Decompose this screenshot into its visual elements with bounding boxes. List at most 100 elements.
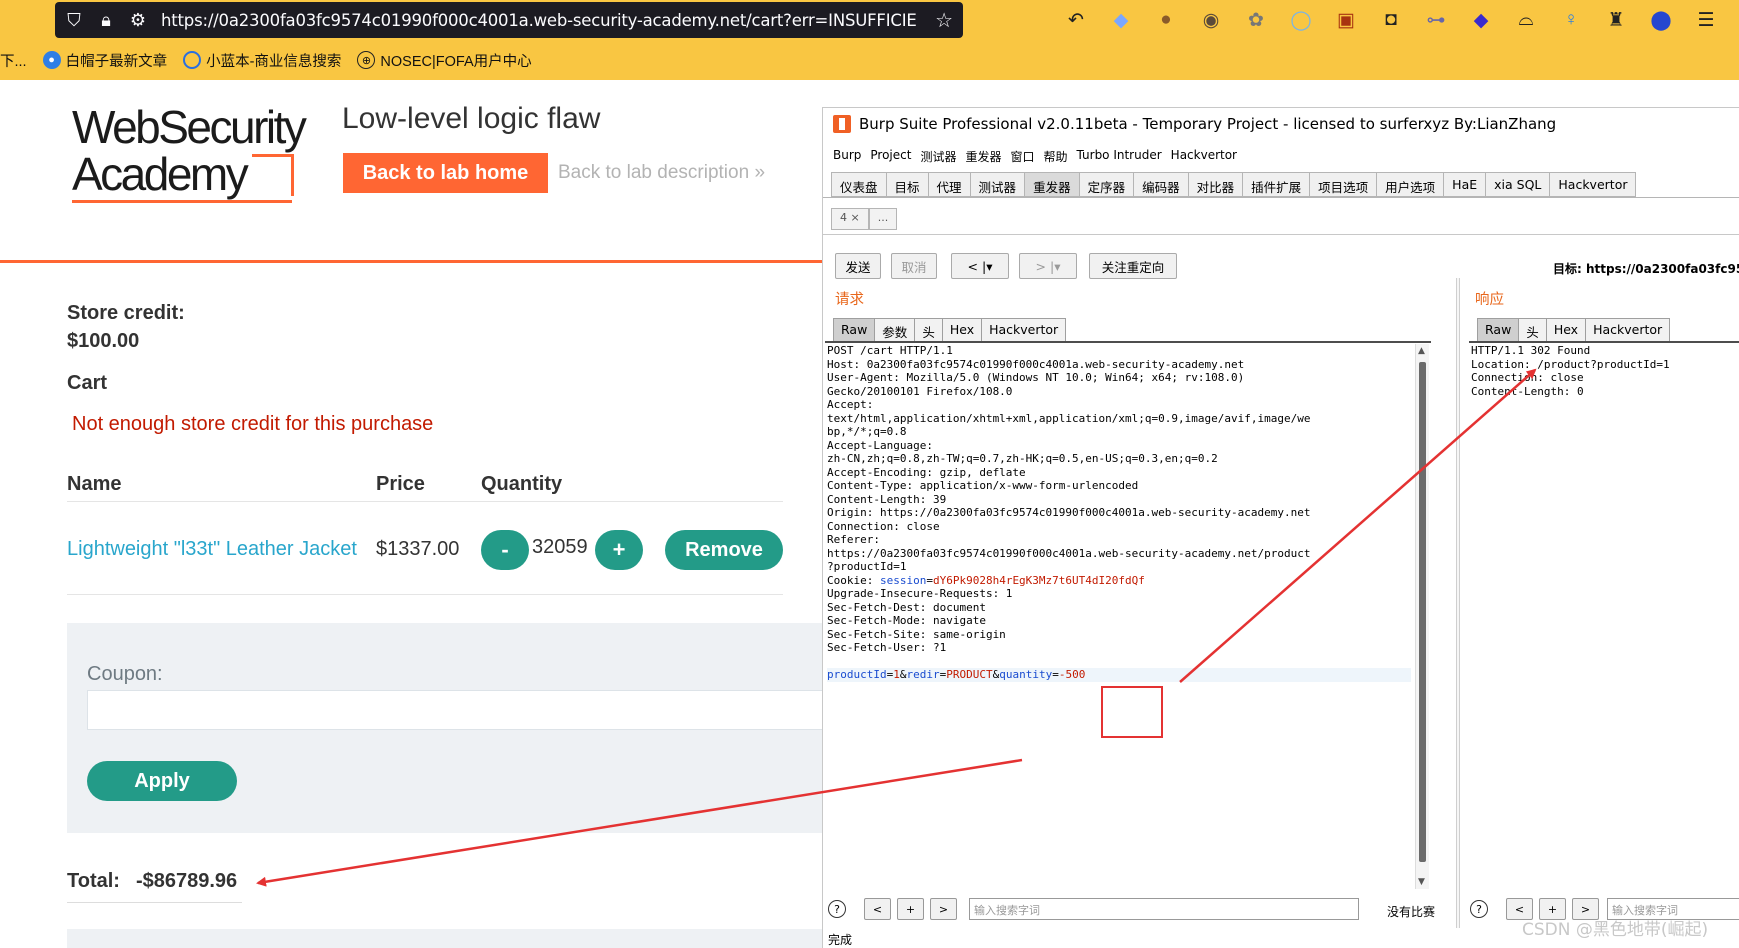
bookmark-label: 白帽子最新文章 bbox=[65, 53, 168, 70]
tab-intruder[interactable]: 测试器 bbox=[969, 172, 1025, 197]
menu-repeater[interactable]: 重发器 bbox=[965, 148, 1001, 165]
decrease-quantity-button[interactable]: - bbox=[481, 530, 529, 570]
url-bar[interactable]: ⛉ 🔒︎ ⚙︎ https://0a2300fa03fc9574c01990f0… bbox=[55, 2, 963, 38]
puzzle-icon[interactable]: ◆ bbox=[1105, 6, 1137, 34]
tab-repeater[interactable]: 重发器 bbox=[1024, 172, 1079, 197]
resp-tab-hackvertor[interactable]: Hackvertor bbox=[1585, 318, 1671, 342]
pane-divider[interactable] bbox=[1456, 278, 1460, 928]
history-back-button[interactable]: < |▾ bbox=[951, 253, 1009, 279]
shield-icon[interactable]: ⛉ bbox=[65, 10, 83, 31]
apply-button[interactable]: Apply bbox=[87, 761, 237, 801]
back-to-lab-home-button[interactable]: Back to lab home bbox=[343, 153, 548, 193]
resp-tab-raw[interactable]: Raw bbox=[1477, 318, 1519, 342]
req-tab-raw[interactable]: Raw bbox=[833, 318, 875, 342]
hat-icon[interactable]: ⌓ bbox=[1510, 6, 1542, 34]
tab-decoder[interactable]: 编码器 bbox=[1133, 172, 1188, 197]
resp-tab-hex[interactable]: Hex bbox=[1545, 318, 1586, 342]
coupon-label: Coupon: bbox=[87, 663, 163, 685]
url-text[interactable]: https://0a2300fa03fc9574c01990f000c4001a… bbox=[161, 11, 927, 30]
cookie2-icon[interactable]: ◉ bbox=[1195, 6, 1227, 34]
pin-icon[interactable]: ♀ bbox=[1555, 6, 1587, 34]
resp-tab-headers[interactable]: 头 bbox=[1518, 318, 1546, 342]
tab-target[interactable]: 目标 bbox=[885, 172, 928, 197]
menu-hackvertor[interactable]: Hackvertor bbox=[1171, 148, 1237, 165]
send-button[interactable]: 发送 bbox=[835, 253, 881, 279]
box-icon[interactable]: ▣ bbox=[1330, 6, 1362, 34]
lock-icon[interactable]: 🔒︎ bbox=[97, 10, 115, 31]
increase-quantity-button[interactable]: + bbox=[595, 530, 643, 570]
remove-button[interactable]: Remove bbox=[665, 530, 783, 570]
spy-icon[interactable]: ♜ bbox=[1600, 6, 1632, 34]
tab-dashboard[interactable]: 仪表盘 bbox=[831, 172, 886, 197]
tab-project-options[interactable]: 项目选项 bbox=[1309, 172, 1377, 197]
history-forward-button[interactable]: > |▾ bbox=[1019, 253, 1077, 279]
request-editor-tabs: Raw 参数 头 Hex Hackvertor bbox=[833, 318, 1067, 342]
search-prev-button[interactable]: < bbox=[864, 898, 891, 920]
req-body-line: productId=1&redir=PRODUCT&quantity=-500 bbox=[827, 668, 1411, 682]
response-editor[interactable]: HTTP/1.1 302 Found Location: /product?pr… bbox=[1469, 344, 1739, 889]
toggle-icon[interactable]: ⊶ bbox=[1420, 6, 1452, 34]
menu-intruder[interactable]: 测试器 bbox=[920, 148, 956, 165]
request-scrollbar[interactable]: ▲ ▼ bbox=[1415, 344, 1429, 889]
cookie-icon[interactable]: ● bbox=[1150, 6, 1182, 34]
request-editor[interactable]: POST /cart HTTP/1.1 Host: 0a2300fa03fc95… bbox=[825, 344, 1413, 889]
req-tab-hex[interactable]: Hex bbox=[941, 318, 982, 342]
scroll-up-icon[interactable]: ▲ bbox=[1418, 346, 1425, 356]
bookmark-item[interactable]: 下... bbox=[0, 50, 27, 71]
repeater-tab-4[interactable]: 4 × bbox=[831, 208, 869, 230]
back-icon[interactable]: ↶ bbox=[1060, 6, 1092, 34]
star-icon[interactable]: ☆ bbox=[935, 8, 953, 33]
shield-ext-icon[interactable]: ⬤ bbox=[1645, 6, 1677, 34]
menu-turbo-intruder[interactable]: Turbo Intruder bbox=[1077, 148, 1162, 165]
bookmark-item[interactable]: 小蓝本-商业信息搜索 bbox=[183, 50, 341, 71]
target-label[interactable]: 目标: https://0a2300fa03fc9574c bbox=[1553, 260, 1739, 277]
req-tab-params[interactable]: 参数 bbox=[874, 318, 915, 342]
bookmark-item[interactable]: ⊕ NOSEC|FOFA用户中心 bbox=[357, 50, 532, 71]
req-tab-headers[interactable]: 头 bbox=[914, 318, 942, 342]
help-icon[interactable]: ? bbox=[828, 900, 846, 918]
tab-xia-sql[interactable]: xia SQL bbox=[1485, 172, 1550, 197]
blue-icon bbox=[183, 51, 202, 69]
quantity-value: 32059 bbox=[532, 536, 588, 558]
tab-hae[interactable]: HaE bbox=[1443, 172, 1486, 197]
cookie-value: dY6Pk9028h4rEgK3Mz7t6UT4dI20fdQf bbox=[932, 573, 1145, 587]
search-next-button[interactable]: > bbox=[930, 898, 957, 920]
follow-redirect-button[interactable]: 关注重定向 bbox=[1089, 253, 1177, 279]
param-value: 1 bbox=[893, 668, 900, 681]
req-tab-hackvertor[interactable]: Hackvertor bbox=[981, 318, 1067, 342]
menu-help[interactable]: 帮助 bbox=[1044, 148, 1068, 165]
search-add-button[interactable]: + bbox=[897, 898, 924, 920]
tab-extender[interactable]: 插件扩展 bbox=[1242, 172, 1310, 197]
annotation-highlight-box bbox=[1101, 686, 1163, 738]
req-line: Sec-Fetch-Dest: document bbox=[827, 600, 986, 614]
scrollbar-thumb[interactable] bbox=[1419, 362, 1426, 862]
item-price: $1337.00 bbox=[376, 538, 460, 560]
menu-burp[interactable]: Burp bbox=[833, 148, 861, 165]
academy-logo[interactable]: WebSecurity Academy bbox=[72, 104, 324, 204]
cancel-button[interactable]: 取消 bbox=[891, 253, 937, 279]
back-to-lab-description-link[interactable]: Back to lab description » bbox=[558, 162, 765, 184]
scroll-down-icon[interactable]: ▼ bbox=[1418, 877, 1425, 887]
menu-icon[interactable]: ☰ bbox=[1690, 6, 1722, 34]
help-icon[interactable]: ? bbox=[1470, 900, 1488, 918]
cart-heading: Cart bbox=[67, 372, 108, 394]
tab-hackvertor[interactable]: Hackvertor bbox=[1549, 172, 1637, 197]
face-icon[interactable]: ◘ bbox=[1375, 6, 1407, 34]
request-search-input[interactable]: 输入搜索字词 bbox=[969, 898, 1359, 920]
tab-proxy[interactable]: 代理 bbox=[927, 172, 970, 197]
menu-window[interactable]: 窗口 bbox=[1010, 148, 1034, 165]
tab-comparer[interactable]: 对比器 bbox=[1187, 172, 1243, 197]
req-line: Content-Type: application/x-www-form-url… bbox=[827, 479, 1139, 492]
tab-sequencer[interactable]: 定序器 bbox=[1078, 172, 1134, 197]
coupon-input[interactable] bbox=[87, 690, 822, 730]
item-name-link[interactable]: Lightweight "l33t" Leather Jacket bbox=[67, 538, 357, 561]
diamond-icon[interactable]: ◆ bbox=[1465, 6, 1497, 34]
subtab-line bbox=[823, 234, 1739, 235]
tab-user-options[interactable]: 用户选项 bbox=[1376, 172, 1444, 197]
circle-icon[interactable]: ◯ bbox=[1285, 6, 1317, 34]
paw-icon[interactable]: ✿ bbox=[1240, 6, 1272, 34]
repeater-tab-more[interactable]: ... bbox=[868, 208, 898, 230]
permissions-icon[interactable]: ⚙︎ bbox=[129, 10, 147, 31]
bookmark-item[interactable]: ● 白帽子最新文章 bbox=[42, 50, 168, 71]
menu-project[interactable]: Project bbox=[870, 148, 911, 165]
